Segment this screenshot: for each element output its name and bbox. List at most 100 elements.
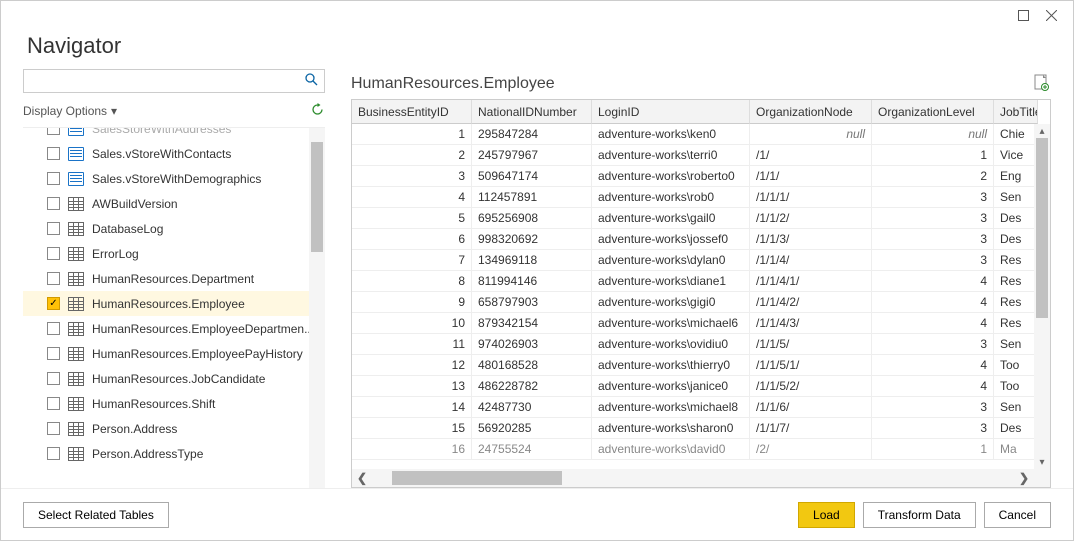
grid-cell[interactable]: 974026903	[472, 334, 592, 355]
grid-cell[interactable]: 480168528	[472, 355, 592, 376]
grid-cell[interactable]: 695256908	[472, 208, 592, 229]
load-button[interactable]: Load	[798, 502, 855, 528]
grid-cell[interactable]: 1	[872, 439, 994, 460]
grid-cell[interactable]: Chie	[994, 124, 1038, 145]
search-box[interactable]	[23, 69, 325, 93]
grid-cell[interactable]: 15	[352, 418, 472, 439]
grid-cell[interactable]: 11	[352, 334, 472, 355]
tree-item[interactable]: Sales.vStoreWithContacts	[23, 141, 325, 166]
grid-cell[interactable]: 3	[872, 250, 994, 271]
grid-cell[interactable]: 134969118	[472, 250, 592, 271]
tree-item[interactable]: ✓HumanResources.Employee	[23, 291, 325, 316]
grid-cell[interactable]: 6	[352, 229, 472, 250]
grid-cell[interactable]: /1/1/6/	[750, 397, 872, 418]
grid-cell[interactable]: null	[750, 124, 872, 145]
tree-item[interactable]: Sales.vStoreWithDemographics	[23, 166, 325, 191]
transform-data-button[interactable]: Transform Data	[863, 502, 976, 528]
grid-cell[interactable]: Des	[994, 229, 1038, 250]
refresh-icon[interactable]	[310, 102, 325, 120]
grid-cell[interactable]: Vice	[994, 145, 1038, 166]
grid-cell[interactable]: Sen	[994, 334, 1038, 355]
grid-cell[interactable]: 10	[352, 313, 472, 334]
grid-cell[interactable]: 24755524	[472, 439, 592, 460]
grid-cell[interactable]: 3	[872, 418, 994, 439]
tree-item[interactable]: ErrorLog	[23, 241, 325, 266]
select-related-tables-button[interactable]: Select Related Tables	[23, 502, 169, 528]
grid-cell[interactable]: Des	[994, 208, 1038, 229]
checkbox[interactable]	[47, 372, 60, 385]
grid-cell[interactable]: 12	[352, 355, 472, 376]
checkbox[interactable]	[47, 447, 60, 460]
checkbox[interactable]	[47, 272, 60, 285]
grid-cell[interactable]: 1	[352, 124, 472, 145]
cancel-button[interactable]: Cancel	[984, 502, 1051, 528]
scroll-right-arrow[interactable]: ❯	[1014, 469, 1034, 487]
grid-cell[interactable]: adventure-works\gail0	[592, 208, 750, 229]
tree-item[interactable]: Person.AddressType	[23, 441, 325, 466]
grid-cell[interactable]: 3	[872, 229, 994, 250]
tree-item[interactable]: HumanResources.EmployeeDepartmen...	[23, 316, 325, 341]
grid-cell[interactable]: /1/1/5/	[750, 334, 872, 355]
grid-cell[interactable]: 509647174	[472, 166, 592, 187]
grid-cell[interactable]: /1/	[750, 145, 872, 166]
grid-vscroll-thumb[interactable]	[1036, 138, 1048, 318]
grid-cell[interactable]: 7	[352, 250, 472, 271]
tree-item[interactable]: HumanResources.Department	[23, 266, 325, 291]
grid-cell[interactable]: Res	[994, 292, 1038, 313]
grid-cell[interactable]: /1/1/4/2/	[750, 292, 872, 313]
grid-cell[interactable]: /1/1/2/	[750, 208, 872, 229]
grid-cell[interactable]: 245797967	[472, 145, 592, 166]
grid-cell[interactable]: Sen	[994, 397, 1038, 418]
grid-cell[interactable]: Eng	[994, 166, 1038, 187]
search-icon[interactable]	[305, 73, 318, 89]
tree-item[interactable]: DatabaseLog	[23, 216, 325, 241]
grid-cell[interactable]: adventure-works\janice0	[592, 376, 750, 397]
grid-cell[interactable]: 4	[352, 187, 472, 208]
display-options-dropdown[interactable]: Display Options ▾	[23, 104, 117, 118]
grid-cell[interactable]: Des	[994, 418, 1038, 439]
checkbox[interactable]	[47, 247, 60, 260]
checkbox[interactable]	[47, 197, 60, 210]
grid-cell[interactable]: adventure-works\dylan0	[592, 250, 750, 271]
object-tree[interactable]: SalesStoreWithAddressesSales.vStoreWithC…	[23, 128, 325, 488]
tree-item[interactable]: SalesStoreWithAddresses	[23, 128, 325, 141]
column-header[interactable]: OrganizationLevel	[872, 100, 994, 124]
grid-cell[interactable]: /1/1/3/	[750, 229, 872, 250]
grid-cell[interactable]: 4	[872, 292, 994, 313]
checkbox[interactable]	[47, 147, 60, 160]
grid-cell[interactable]: 879342154	[472, 313, 592, 334]
tree-item[interactable]: HumanResources.Shift	[23, 391, 325, 416]
grid-cell[interactable]: 295847284	[472, 124, 592, 145]
grid-cell[interactable]: adventure-works\ken0	[592, 124, 750, 145]
grid-cell[interactable]: 4	[872, 376, 994, 397]
grid-cell[interactable]: 56920285	[472, 418, 592, 439]
data-grid[interactable]: BusinessEntityIDNationalIDNumberLoginIDO…	[352, 100, 1050, 460]
grid-cell[interactable]: 3	[872, 208, 994, 229]
grid-cell[interactable]: /1/1/4/1/	[750, 271, 872, 292]
grid-cell[interactable]: Too	[994, 376, 1038, 397]
preview-options-icon[interactable]	[1034, 74, 1049, 95]
grid-cell[interactable]: adventure-works\sharon0	[592, 418, 750, 439]
column-header[interactable]: LoginID	[592, 100, 750, 124]
grid-cell[interactable]: 16	[352, 439, 472, 460]
grid-cell[interactable]: 4	[872, 271, 994, 292]
grid-horizontal-scrollbar[interactable]: ❮ ❯	[352, 469, 1034, 487]
grid-cell[interactable]: 3	[872, 334, 994, 355]
grid-cell[interactable]: adventure-works\david0	[592, 439, 750, 460]
grid-cell[interactable]: 112457891	[472, 187, 592, 208]
tree-scrollbar[interactable]	[309, 128, 325, 488]
grid-cell[interactable]: 13	[352, 376, 472, 397]
tree-item[interactable]: Person.Address	[23, 416, 325, 441]
grid-cell[interactable]: /1/1/4/3/	[750, 313, 872, 334]
scroll-up-arrow[interactable]: ▴	[1034, 124, 1050, 138]
grid-cell[interactable]: 3	[872, 397, 994, 418]
tree-scroll-thumb[interactable]	[311, 142, 323, 252]
grid-cell[interactable]: Sen	[994, 187, 1038, 208]
grid-cell[interactable]: 2	[352, 145, 472, 166]
grid-cell[interactable]: 4	[872, 313, 994, 334]
grid-hscroll-thumb[interactable]	[392, 471, 562, 485]
grid-cell[interactable]: adventure-works\gigi0	[592, 292, 750, 313]
grid-cell[interactable]: adventure-works\thierry0	[592, 355, 750, 376]
grid-cell[interactable]: null	[872, 124, 994, 145]
grid-cell[interactable]: Res	[994, 271, 1038, 292]
